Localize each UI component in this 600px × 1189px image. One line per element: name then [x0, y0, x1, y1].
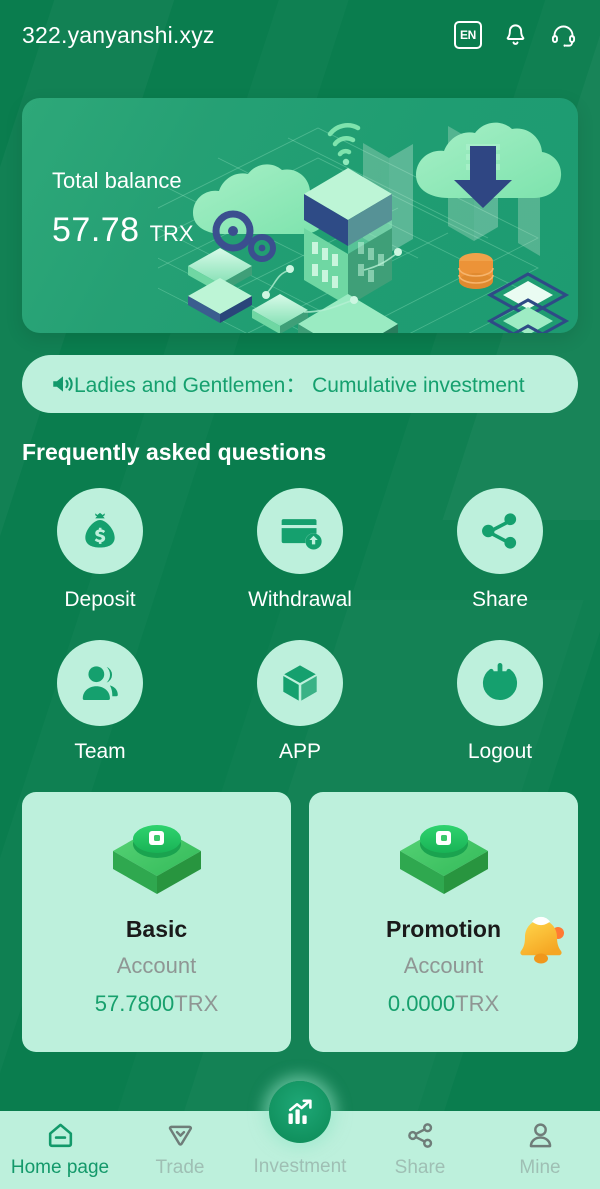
- total-balance-card: Total balance 57.78 TRX: [22, 98, 578, 333]
- menu-item-withdrawal[interactable]: Withdrawal: [200, 488, 400, 612]
- language-button[interactable]: EN: [454, 21, 482, 49]
- menu-label: APP: [278, 740, 322, 763]
- announcement-banner[interactable]: Ladies and Gentlemen： Cumulative investm…: [22, 355, 578, 413]
- menu-item-app[interactable]: APP: [200, 640, 400, 764]
- users-icon: [57, 640, 143, 726]
- power-icon: [457, 640, 543, 726]
- menu-label: Logout: [467, 740, 533, 763]
- bell-emoji: [510, 912, 572, 974]
- menu-label: Withdrawal: [248, 588, 352, 611]
- account-cards: Basic Account 57.7800TRX Promotion Accou…: [22, 792, 578, 1052]
- tab-label: Home page: [10, 1157, 110, 1178]
- bell-icon[interactable]: [500, 20, 530, 50]
- isometric-blockchain-illustration: [158, 98, 578, 333]
- app-header: 322.yanyanshi.xyz EN: [0, 0, 600, 70]
- speaker-icon: [50, 371, 76, 397]
- menu-label: Team: [74, 740, 126, 763]
- money-bag-icon: [57, 488, 143, 574]
- account-title: Promotion: [386, 916, 501, 942]
- site-title: 322.yanyanshi.xyz: [22, 21, 215, 48]
- menu-label: Deposit: [64, 588, 136, 611]
- announcement-text: Ladies and Gentlemen： Cumulative investm…: [74, 374, 525, 397]
- tab-mine[interactable]: Mine: [480, 1111, 600, 1179]
- account-amount: 57.7800: [94, 991, 175, 1016]
- menu-item-logout[interactable]: Logout: [400, 640, 600, 764]
- share-nodes-icon: [457, 488, 543, 574]
- balance-text-group: Total balance 57.78 TRX: [52, 168, 194, 250]
- isometric-coin-slab-icon: [389, 818, 499, 904]
- credit-card-refund-icon: [257, 488, 343, 574]
- menu-item-deposit[interactable]: Deposit: [0, 488, 200, 612]
- total-balance-amount: 57.78: [52, 211, 140, 249]
- user-icon: [529, 1123, 551, 1148]
- header-actions: EN: [454, 20, 578, 50]
- account-currency: TRX: [455, 991, 500, 1016]
- account-amount-row: 0.0000TRX: [388, 991, 499, 1017]
- tab-label: Trade: [155, 1157, 205, 1178]
- account-title: Basic: [125, 916, 188, 942]
- tab-label: Share: [394, 1157, 446, 1178]
- headset-icon[interactable]: [548, 20, 578, 50]
- trade-shield-icon: [168, 1125, 192, 1146]
- menu-item-team[interactable]: Team: [0, 640, 200, 764]
- quick-actions-grid: Deposit Withdrawal Share Team APP Logout: [0, 488, 600, 764]
- tab-trade[interactable]: Trade: [120, 1111, 240, 1179]
- tab-home-page[interactable]: Home page: [0, 1111, 120, 1179]
- tab-share[interactable]: Share: [360, 1111, 480, 1179]
- account-subtitle: Account: [403, 953, 484, 978]
- tab-investment[interactable]: Investment: [240, 1081, 360, 1178]
- home-icon: [48, 1123, 72, 1148]
- account-card-basic[interactable]: Basic Account 57.7800TRX: [22, 792, 291, 1052]
- bottom-navigation: Home page Trade Investment Share Mine: [0, 1081, 600, 1189]
- isometric-coin-slab-icon: [102, 818, 212, 904]
- page-title: Frequently asked questions: [22, 439, 327, 465]
- account-amount-row: 57.7800TRX: [95, 991, 219, 1017]
- cube-icon: [257, 640, 343, 726]
- account-subtitle: Account: [116, 953, 197, 978]
- account-card-promotion[interactable]: Promotion Account 0.0000TRX: [309, 792, 578, 1052]
- menu-item-share[interactable]: Share: [400, 488, 600, 612]
- account-amount: 0.0000: [387, 991, 456, 1016]
- chart-growth-icon[interactable]: [269, 1081, 331, 1143]
- tab-label: Investment: [253, 1156, 347, 1177]
- share-nodes-icon: [407, 1123, 432, 1148]
- total-balance-label: Total balance: [52, 168, 182, 193]
- account-currency: TRX: [174, 991, 219, 1016]
- menu-label: Share: [471, 588, 529, 611]
- total-balance-currency: TRX: [149, 221, 194, 246]
- tab-label: Mine: [519, 1157, 561, 1178]
